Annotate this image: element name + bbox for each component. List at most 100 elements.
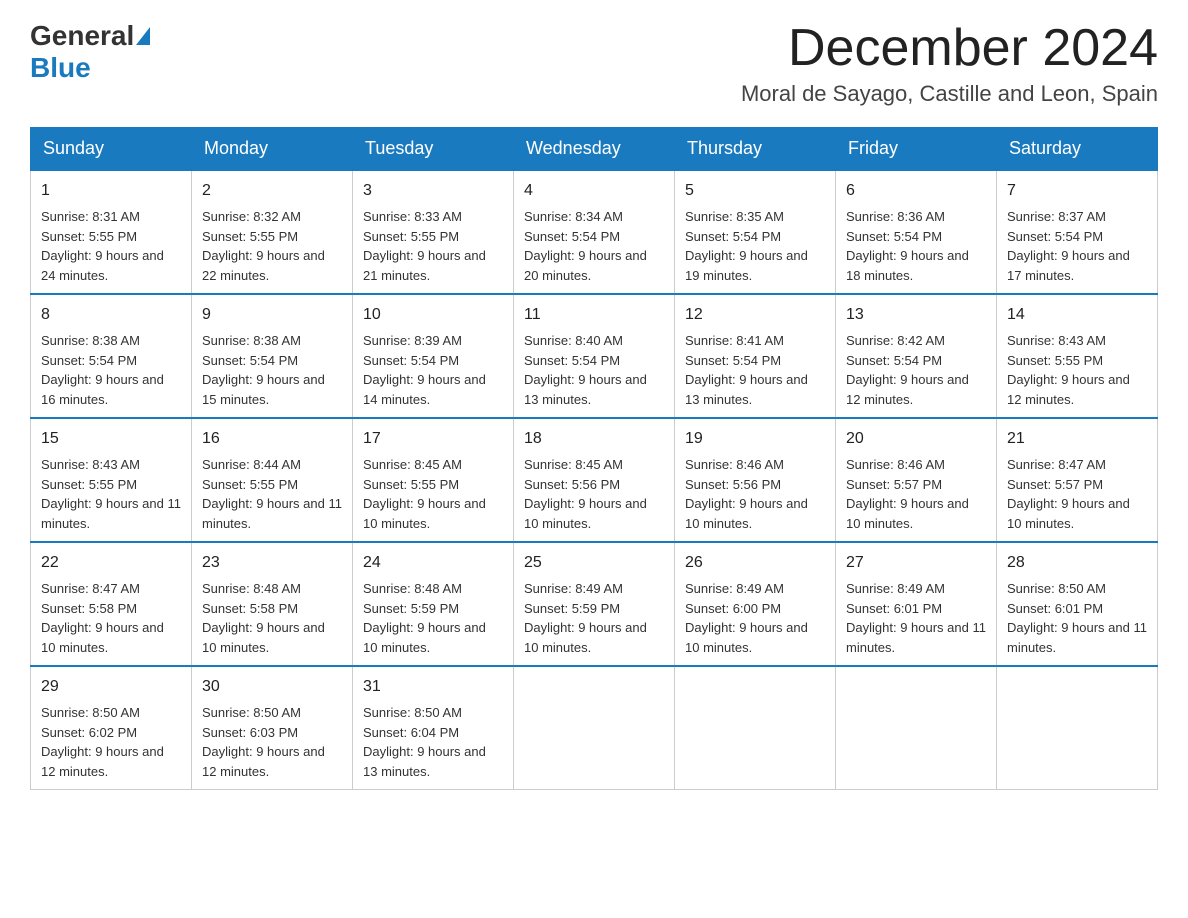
- logo-general-text: General: [30, 20, 134, 52]
- day-number: 28: [1007, 551, 1147, 575]
- day-info: Sunrise: 8:41 AMSunset: 5:54 PMDaylight:…: [685, 333, 808, 407]
- day-number: 21: [1007, 427, 1147, 451]
- calendar-week-row: 22 Sunrise: 8:47 AMSunset: 5:58 PMDayligh…: [31, 542, 1158, 666]
- header-row: Sunday Monday Tuesday Wednesday Thursday…: [31, 128, 1158, 171]
- table-row: 6Sunrise: 8:36 AMSunset: 5:54 PMDaylight…: [836, 170, 997, 294]
- calendar-week-row: 15 Sunrise: 8:43 AMSunset: 5:55 PMDayligh…: [31, 418, 1158, 542]
- table-row: 4 Sunrise: 8:34 AMSunset: 5:54 PMDaylight…: [514, 170, 675, 294]
- day-number: 31: [363, 675, 503, 699]
- col-monday: Monday: [192, 128, 353, 171]
- day-number: 19: [685, 427, 825, 451]
- logo-blue-text: Blue: [30, 52, 91, 84]
- day-info: Sunrise: 8:38 AMSunset: 5:54 PMDaylight:…: [41, 333, 164, 407]
- day-number: 26: [685, 551, 825, 575]
- col-friday: Friday: [836, 128, 997, 171]
- day-info: Sunrise: 8:43 AMSunset: 5:55 PMDaylight:…: [41, 457, 181, 531]
- table-row: [514, 666, 675, 790]
- calendar-week-row: 8 Sunrise: 8:38 AMSunset: 5:54 PMDaylight…: [31, 294, 1158, 418]
- table-row: [997, 666, 1158, 790]
- table-row: [836, 666, 997, 790]
- day-info: Sunrise: 8:34 AMSunset: 5:54 PMDaylight:…: [524, 209, 647, 283]
- day-number: 3: [363, 179, 503, 203]
- day-info: Sunrise: 8:36 AMSunset: 5:54 PMDaylight:…: [846, 209, 969, 283]
- day-number: 30: [202, 675, 342, 699]
- calendar-week-row: 29 Sunrise: 8:50 AMSunset: 6:02 PMDayligh…: [31, 666, 1158, 790]
- day-info: Sunrise: 8:38 AMSunset: 5:54 PMDaylight:…: [202, 333, 325, 407]
- day-number: 17: [363, 427, 503, 451]
- table-row: 27 Sunrise: 8:49 AMSunset: 6:01 PMDayligh…: [836, 542, 997, 666]
- day-info: Sunrise: 8:47 AMSunset: 5:57 PMDaylight:…: [1007, 457, 1130, 531]
- calendar-table: Sunday Monday Tuesday Wednesday Thursday…: [30, 127, 1158, 790]
- table-row: 10Sunrise: 8:39 AMSunset: 5:54 PMDayligh…: [353, 294, 514, 418]
- table-row: 14Sunrise: 8:43 AMSunset: 5:55 PMDayligh…: [997, 294, 1158, 418]
- day-number: 20: [846, 427, 986, 451]
- table-row: 26 Sunrise: 8:49 AMSunset: 6:00 PMDayligh…: [675, 542, 836, 666]
- day-number: 12: [685, 303, 825, 327]
- day-info: Sunrise: 8:43 AMSunset: 5:55 PMDaylight:…: [1007, 333, 1130, 407]
- day-info: Sunrise: 8:48 AMSunset: 5:59 PMDaylight:…: [363, 581, 486, 655]
- table-row: 21 Sunrise: 8:47 AMSunset: 5:57 PMDayligh…: [997, 418, 1158, 542]
- day-info: Sunrise: 8:44 AMSunset: 5:55 PMDaylight:…: [202, 457, 342, 531]
- day-info: Sunrise: 8:50 AMSunset: 6:04 PMDaylight:…: [363, 705, 486, 779]
- day-info: Sunrise: 8:33 AMSunset: 5:55 PMDaylight:…: [363, 209, 486, 283]
- day-number: 27: [846, 551, 986, 575]
- day-number: 23: [202, 551, 342, 575]
- day-info: Sunrise: 8:37 AMSunset: 5:54 PMDaylight:…: [1007, 209, 1130, 283]
- col-saturday: Saturday: [997, 128, 1158, 171]
- table-row: 19 Sunrise: 8:46 AMSunset: 5:56 PMDayligh…: [675, 418, 836, 542]
- day-number: 11: [524, 303, 664, 327]
- day-info: Sunrise: 8:50 AMSunset: 6:02 PMDaylight:…: [41, 705, 164, 779]
- day-info: Sunrise: 8:49 AMSunset: 6:00 PMDaylight:…: [685, 581, 808, 655]
- month-year-title: December 2024: [741, 20, 1158, 77]
- day-number: 29: [41, 675, 181, 699]
- table-row: 7 Sunrise: 8:37 AMSunset: 5:54 PMDaylight…: [997, 170, 1158, 294]
- table-row: 2Sunrise: 8:32 AMSunset: 5:55 PMDaylight…: [192, 170, 353, 294]
- day-number: 1: [41, 179, 181, 203]
- day-number: 5: [685, 179, 825, 203]
- day-number: 15: [41, 427, 181, 451]
- calendar-week-row: 1 Sunrise: 8:31 AMSunset: 5:55 PMDaylight…: [31, 170, 1158, 294]
- day-number: 9: [202, 303, 342, 327]
- table-row: 25 Sunrise: 8:49 AMSunset: 5:59 PMDayligh…: [514, 542, 675, 666]
- table-row: 23 Sunrise: 8:48 AMSunset: 5:58 PMDayligh…: [192, 542, 353, 666]
- table-row: 12 Sunrise: 8:41 AMSunset: 5:54 PMDayligh…: [675, 294, 836, 418]
- day-number: 24: [363, 551, 503, 575]
- table-row: 30 Sunrise: 8:50 AMSunset: 6:03 PMDayligh…: [192, 666, 353, 790]
- page-header: General Blue December 2024 Moral de Saya…: [30, 20, 1158, 107]
- day-info: Sunrise: 8:40 AMSunset: 5:54 PMDaylight:…: [524, 333, 647, 407]
- day-info: Sunrise: 8:50 AMSunset: 6:03 PMDaylight:…: [202, 705, 325, 779]
- day-info: Sunrise: 8:45 AMSunset: 5:55 PMDaylight:…: [363, 457, 486, 531]
- table-row: 28 Sunrise: 8:50 AMSunset: 6:01 PMDayligh…: [997, 542, 1158, 666]
- day-info: Sunrise: 8:45 AMSunset: 5:56 PMDaylight:…: [524, 457, 647, 531]
- table-row: 11 Sunrise: 8:40 AMSunset: 5:54 PMDayligh…: [514, 294, 675, 418]
- col-sunday: Sunday: [31, 128, 192, 171]
- col-tuesday: Tuesday: [353, 128, 514, 171]
- day-info: Sunrise: 8:48 AMSunset: 5:58 PMDaylight:…: [202, 581, 325, 655]
- day-number: 25: [524, 551, 664, 575]
- day-number: 7: [1007, 179, 1147, 203]
- day-number: 8: [41, 303, 181, 327]
- day-info: Sunrise: 8:42 AMSunset: 5:54 PMDaylight:…: [846, 333, 969, 407]
- day-info: Sunrise: 8:46 AMSunset: 5:57 PMDaylight:…: [846, 457, 969, 531]
- location-subtitle: Moral de Sayago, Castille and Leon, Spai…: [741, 81, 1158, 107]
- table-row: 17 Sunrise: 8:45 AMSunset: 5:55 PMDayligh…: [353, 418, 514, 542]
- table-row: 18Sunrise: 8:45 AMSunset: 5:56 PMDayligh…: [514, 418, 675, 542]
- col-wednesday: Wednesday: [514, 128, 675, 171]
- day-number: 4: [524, 179, 664, 203]
- table-row: 15 Sunrise: 8:43 AMSunset: 5:55 PMDayligh…: [31, 418, 192, 542]
- day-info: Sunrise: 8:32 AMSunset: 5:55 PMDaylight:…: [202, 209, 325, 283]
- day-number: 22: [41, 551, 181, 575]
- day-info: Sunrise: 8:31 AMSunset: 5:55 PMDaylight:…: [41, 209, 164, 283]
- day-number: 16: [202, 427, 342, 451]
- day-info: Sunrise: 8:50 AMSunset: 6:01 PMDaylight:…: [1007, 581, 1147, 655]
- day-info: Sunrise: 8:39 AMSunset: 5:54 PMDaylight:…: [363, 333, 486, 407]
- day-info: Sunrise: 8:49 AMSunset: 6:01 PMDaylight:…: [846, 581, 986, 655]
- table-row: 31 Sunrise: 8:50 AMSunset: 6:04 PMDayligh…: [353, 666, 514, 790]
- day-info: Sunrise: 8:47 AMSunset: 5:58 PMDaylight:…: [41, 581, 164, 655]
- table-row: 24 Sunrise: 8:48 AMSunset: 5:59 PMDayligh…: [353, 542, 514, 666]
- title-section: December 2024 Moral de Sayago, Castille …: [741, 20, 1158, 107]
- day-info: Sunrise: 8:49 AMSunset: 5:59 PMDaylight:…: [524, 581, 647, 655]
- day-info: Sunrise: 8:35 AMSunset: 5:54 PMDaylight:…: [685, 209, 808, 283]
- table-row: 5 Sunrise: 8:35 AMSunset: 5:54 PMDaylight…: [675, 170, 836, 294]
- day-info: Sunrise: 8:46 AMSunset: 5:56 PMDaylight:…: [685, 457, 808, 531]
